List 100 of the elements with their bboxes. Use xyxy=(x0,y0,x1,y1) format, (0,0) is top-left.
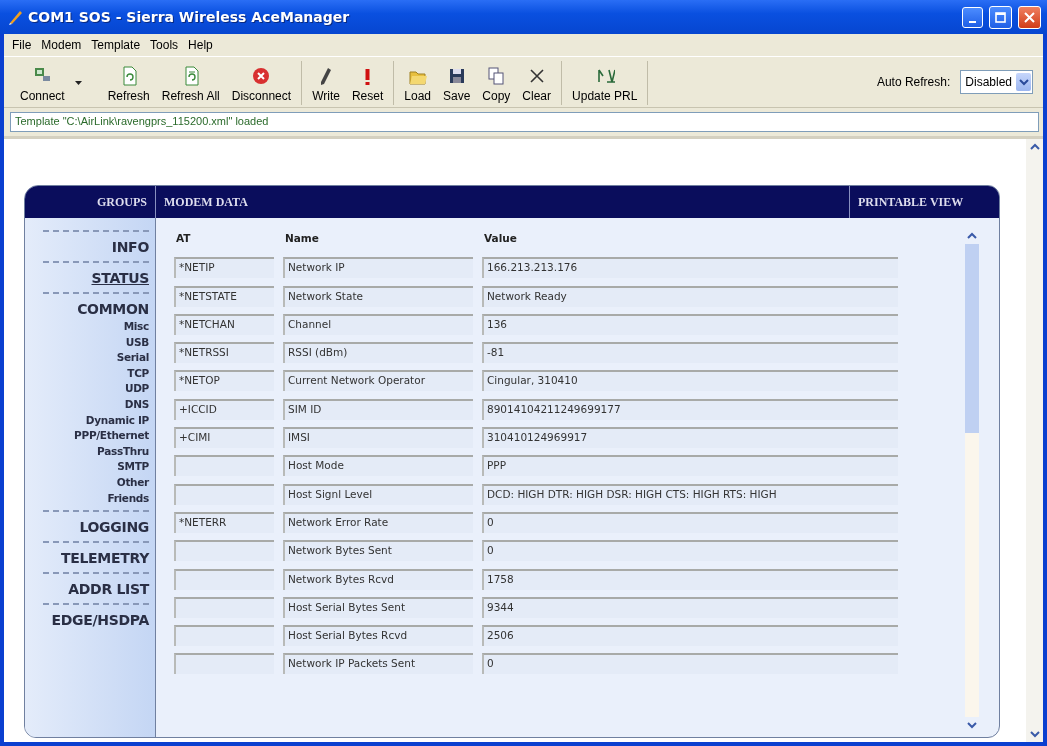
name-field[interactable]: Host Mode xyxy=(283,455,473,477)
value-field[interactable]: DCD: HIGH DTR: HIGH DSR: HIGH CTS: HIGH RTS: HIGH xyxy=(482,483,898,505)
name-field[interactable]: Channel xyxy=(283,313,473,335)
at-command-field[interactable]: *NETERR xyxy=(174,511,274,533)
chevron-up-icon xyxy=(1029,143,1040,151)
at-command-field[interactable] xyxy=(174,596,274,618)
group-link[interactable]: TELEMETRY xyxy=(60,547,149,569)
at-command-field[interactable]: +ICCID xyxy=(174,398,274,420)
subgroup-link[interactable]: Serial xyxy=(116,350,149,366)
at-command-field[interactable] xyxy=(174,653,274,675)
chevron-up-icon xyxy=(967,232,977,240)
value-field[interactable]: 310410124969917 xyxy=(482,427,898,449)
at-command-field[interactable] xyxy=(174,455,274,477)
subgroup-link[interactable]: UDP xyxy=(124,381,149,397)
subgroup-link[interactable]: TCP xyxy=(127,365,149,382)
value-field[interactable]: PPP xyxy=(482,455,898,477)
subgroup-link[interactable]: PPP/Ethernet xyxy=(74,428,149,444)
chevron-down-icon xyxy=(1029,730,1040,738)
at-command-field[interactable]: *NETIP xyxy=(174,257,274,279)
toolbar-button[interactable]: Load xyxy=(400,64,435,105)
exclamation-icon xyxy=(365,68,371,86)
name-field[interactable]: Network Error Rate xyxy=(283,511,473,533)
menu-item[interactable]: File xyxy=(8,38,36,52)
subgroup-link[interactable]: PassThru xyxy=(97,443,149,460)
subgroup-link[interactable]: Misc xyxy=(123,319,149,335)
scrollbar[interactable] xyxy=(1026,139,1043,742)
toolbar-button[interactable]: Copy xyxy=(478,64,515,105)
window-title: COM1 SOS - Sierra Wireless AceManager xyxy=(28,9,350,25)
at-command-field[interactable] xyxy=(174,625,274,647)
at-command-field[interactable] xyxy=(174,483,274,505)
minimize-button[interactable] xyxy=(962,6,983,28)
menu-item[interactable]: Modem xyxy=(37,38,86,52)
disconnect-icon xyxy=(251,66,272,86)
name-field[interactable]: Network Bytes Rcvd xyxy=(283,568,473,590)
name-field[interactable]: Host Serial Bytes Rcvd xyxy=(283,625,473,647)
column-header: Name xyxy=(284,232,320,246)
toolbar-button[interactable]: Write xyxy=(308,64,344,105)
at-command-field[interactable] xyxy=(174,568,274,590)
toolbar-button[interactable]: Refresh All xyxy=(157,64,224,105)
value-field[interactable]: 0 xyxy=(482,540,898,562)
name-field[interactable]: Network Bytes Sent xyxy=(283,540,473,562)
name-field[interactable]: IMSI xyxy=(283,427,473,449)
name-field[interactable]: Network IP xyxy=(283,257,473,279)
value-field[interactable]: 166.213.213.176 xyxy=(482,257,898,279)
at-command-field[interactable]: *NETSTATE xyxy=(174,285,274,307)
at-command-field[interactable] xyxy=(174,540,274,562)
auto-refresh-dropdown[interactable]: Disabled xyxy=(960,70,1033,94)
at-command-field[interactable]: *NETRSSI xyxy=(174,342,274,364)
name-field[interactable]: Network IP Packets Sent xyxy=(283,653,473,675)
at-command-field[interactable]: +CIMI xyxy=(174,427,274,449)
menu-item[interactable]: Help xyxy=(184,38,217,52)
value-field[interactable]: 2506 xyxy=(482,625,898,647)
value-field[interactable]: Network Ready xyxy=(482,285,898,307)
value-field[interactable]: Cingular, 310410 xyxy=(482,370,898,392)
value-field[interactable]: 1758 xyxy=(482,568,898,590)
group-link[interactable]: STATUS xyxy=(91,267,149,288)
at-command-field[interactable]: *NETOP xyxy=(174,370,274,392)
name-field[interactable]: Network State xyxy=(283,285,473,307)
chevron-down-icon xyxy=(967,721,977,729)
toolbar-button[interactable]: Connect xyxy=(16,64,69,105)
toolbar-button[interactable]: Save xyxy=(439,64,475,105)
value-field[interactable]: 9344 xyxy=(482,596,898,618)
menu-item[interactable]: Tools xyxy=(146,38,183,52)
group-link[interactable]: EDGE/HSDPA xyxy=(51,609,149,631)
subgroup-link[interactable]: Friends xyxy=(107,490,149,507)
toolbar-button[interactable]: Reset xyxy=(347,66,388,105)
name-field[interactable]: Host Serial Bytes Sent xyxy=(283,596,473,618)
value-field[interactable]: -81 xyxy=(482,342,898,364)
toolbar-button[interactable]: Disconnect xyxy=(227,64,296,105)
scrollbar[interactable] xyxy=(963,232,981,729)
toolbar-button[interactable]: Update PRL xyxy=(568,64,642,105)
status-message: Template "C:\AirLink\ravengprs_115200.xml" loaded xyxy=(10,112,1039,132)
toolbar-button[interactable]: Refresh xyxy=(103,64,154,105)
menu-item[interactable]: Template xyxy=(87,38,145,52)
name-field[interactable]: Host Signl Level xyxy=(283,483,473,505)
at-command-field[interactable]: *NETCHAN xyxy=(174,313,274,335)
group-link[interactable]: INFO xyxy=(111,236,149,257)
group-link[interactable]: ADDR LIST xyxy=(68,578,149,600)
maximize-button[interactable] xyxy=(989,5,1012,29)
group-link[interactable]: COMMON xyxy=(77,298,149,319)
close-icon xyxy=(1024,11,1035,23)
value-field[interactable]: 0 xyxy=(482,653,898,675)
subgroup-link[interactable]: DNS xyxy=(124,396,149,413)
close-button[interactable] xyxy=(1018,5,1041,29)
value-field[interactable]: 136 xyxy=(482,313,898,335)
toolbar-button[interactable]: Clear xyxy=(518,64,556,105)
subgroup-link[interactable]: Other xyxy=(116,474,149,491)
subgroup-link[interactable]: Dynamic IP xyxy=(85,412,149,429)
printable-view-link[interactable]: PRINTABLE VIEW xyxy=(849,186,999,218)
column-header: AT xyxy=(175,232,192,246)
value-field[interactable]: 0 xyxy=(482,511,898,533)
name-field[interactable]: RSSI (dBm) xyxy=(283,342,473,364)
group-link[interactable]: LOGGING xyxy=(79,516,149,538)
subgroup-link[interactable]: SMTP xyxy=(117,459,149,475)
name-field[interactable]: Current Network Operator xyxy=(283,370,473,392)
minimize-icon xyxy=(969,20,976,23)
value-field[interactable]: 89014104211249699177 xyxy=(482,398,898,420)
chevron-down-icon xyxy=(1018,78,1029,86)
subgroup-link[interactable]: USB xyxy=(125,334,149,351)
name-field[interactable]: SIM ID xyxy=(283,398,473,420)
